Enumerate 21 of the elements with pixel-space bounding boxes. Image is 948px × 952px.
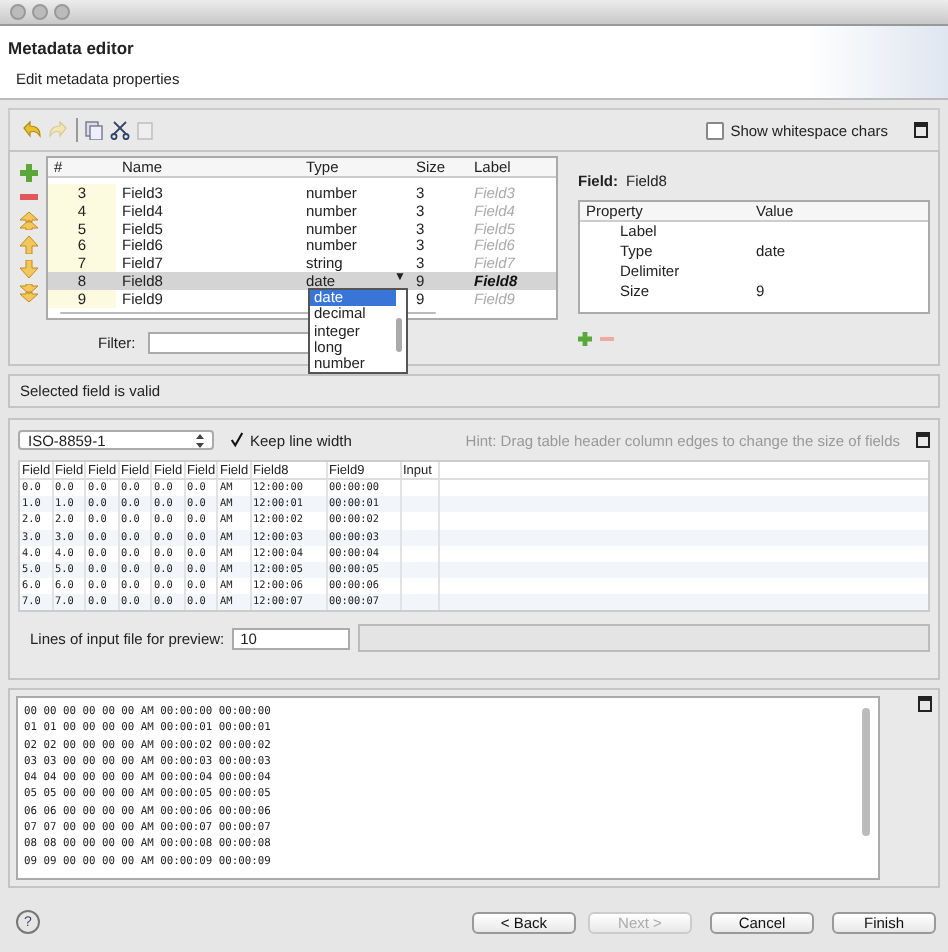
maximize-icon[interactable]	[916, 432, 930, 448]
add-icon[interactable]	[578, 332, 592, 346]
undo-icon[interactable]	[20, 120, 42, 140]
redo-icon[interactable]	[48, 120, 70, 140]
remove-icon[interactable]	[600, 332, 614, 346]
page-title: Metadata editor	[8, 38, 136, 58]
checkbox[interactable]	[230, 433, 244, 447]
add-icon[interactable]	[19, 164, 37, 182]
move-to-bottom-icon[interactable]	[19, 284, 37, 302]
move-down-icon[interactable]	[19, 260, 37, 278]
scrollbar[interactable]	[862, 708, 870, 836]
checkbox[interactable]	[706, 121, 725, 139]
move-up-icon[interactable]	[19, 236, 37, 254]
check-icon	[230, 432, 244, 448]
maximize-icon[interactable]	[918, 696, 932, 712]
scissors-icon[interactable]	[110, 120, 130, 140]
maximize-icon[interactable]	[914, 122, 928, 138]
move-to-top-icon[interactable]	[19, 212, 37, 230]
remove-icon[interactable]	[19, 188, 37, 206]
stepper-icon	[196, 433, 204, 447]
scrollbar[interactable]	[396, 318, 402, 353]
